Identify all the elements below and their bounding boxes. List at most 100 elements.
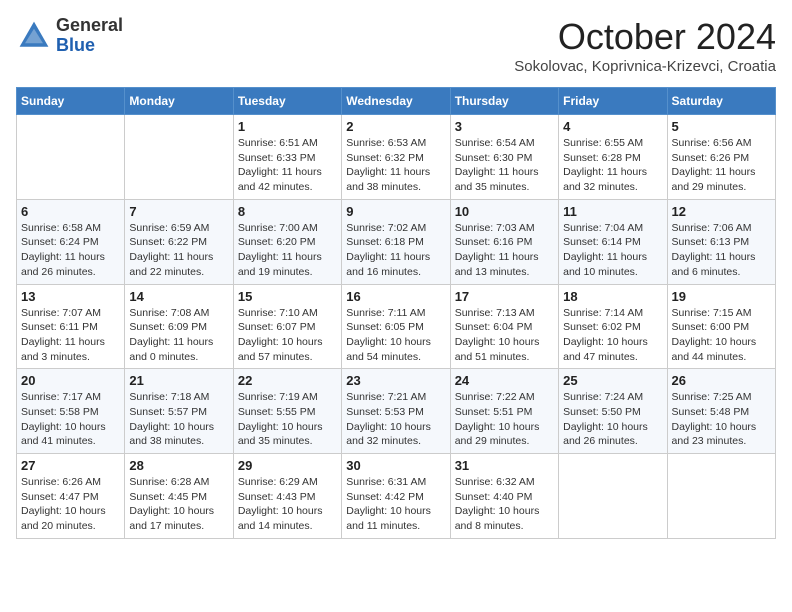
day-number: 2 xyxy=(346,119,445,134)
day-number: 29 xyxy=(238,458,337,473)
day-number: 15 xyxy=(238,289,337,304)
calendar-cell: 10 Sunrise: 7:03 AMSunset: 6:16 PMDayligh… xyxy=(450,199,558,284)
day-number: 14 xyxy=(129,289,228,304)
day-number: 9 xyxy=(346,204,445,219)
day-info: Sunrise: 7:25 AMSunset: 5:48 PMDaylight:… xyxy=(672,390,771,449)
day-number: 13 xyxy=(21,289,120,304)
day-number: 5 xyxy=(672,119,771,134)
calendar-cell: 8 Sunrise: 7:00 AMSunset: 6:20 PMDaylight… xyxy=(233,199,341,284)
day-info: Sunrise: 6:56 AMSunset: 6:26 PMDaylight:… xyxy=(672,136,771,195)
day-number: 4 xyxy=(563,119,662,134)
day-info: Sunrise: 7:07 AMSunset: 6:11 PMDaylight:… xyxy=(21,306,120,365)
day-number: 3 xyxy=(455,119,554,134)
day-info: Sunrise: 6:29 AMSunset: 4:43 PMDaylight:… xyxy=(238,475,337,534)
day-info: Sunrise: 7:04 AMSunset: 6:14 PMDaylight:… xyxy=(563,221,662,280)
calendar-week-row: 6 Sunrise: 6:58 AMSunset: 6:24 PMDaylight… xyxy=(17,199,776,284)
day-info: Sunrise: 6:32 AMSunset: 4:40 PMDaylight:… xyxy=(455,475,554,534)
day-number: 11 xyxy=(563,204,662,219)
day-info: Sunrise: 7:19 AMSunset: 5:55 PMDaylight:… xyxy=(238,390,337,449)
day-info: Sunrise: 7:03 AMSunset: 6:16 PMDaylight:… xyxy=(455,221,554,280)
day-number: 22 xyxy=(238,373,337,388)
calendar-cell: 29 Sunrise: 6:29 AMSunset: 4:43 PMDayligh… xyxy=(233,454,341,539)
day-info: Sunrise: 6:51 AMSunset: 6:33 PMDaylight:… xyxy=(238,136,337,195)
day-number: 20 xyxy=(21,373,120,388)
calendar-cell xyxy=(559,454,667,539)
month-title: October 2024 xyxy=(514,16,776,58)
day-number: 6 xyxy=(21,204,120,219)
day-number: 19 xyxy=(672,289,771,304)
calendar-cell: 17Sunrise: 7:13 AMSunset: 6:04 PMDayligh… xyxy=(450,284,558,369)
logo-icon xyxy=(16,18,52,54)
page-header: General Blue October 2024 Sokolovac, Kop… xyxy=(16,16,776,75)
day-info: Sunrise: 6:55 AMSunset: 6:28 PMDaylight:… xyxy=(563,136,662,195)
weekday-header: Saturday xyxy=(667,88,775,115)
calendar-cell: 23Sunrise: 7:21 AMSunset: 5:53 PMDayligh… xyxy=(342,369,450,454)
day-info: Sunrise: 7:00 AMSunset: 6:20 PMDaylight:… xyxy=(238,221,337,280)
day-info: Sunrise: 6:58 AMSunset: 6:24 PMDaylight:… xyxy=(21,221,120,280)
logo-general: General xyxy=(56,15,123,35)
calendar-cell: 12 Sunrise: 7:06 AMSunset: 6:13 PMDayligh… xyxy=(667,199,775,284)
day-number: 30 xyxy=(346,458,445,473)
calendar-week-row: 13 Sunrise: 7:07 AMSunset: 6:11 PMDayligh… xyxy=(17,284,776,369)
calendar-cell: 7 Sunrise: 6:59 AMSunset: 6:22 PMDaylight… xyxy=(125,199,233,284)
day-info: Sunrise: 6:53 AMSunset: 6:32 PMDaylight:… xyxy=(346,136,445,195)
day-number: 7 xyxy=(129,204,228,219)
calendar-cell: 15 Sunrise: 7:10 AMSunset: 6:07 PMDayligh… xyxy=(233,284,341,369)
weekday-header: Friday xyxy=(559,88,667,115)
calendar-cell: 27Sunrise: 6:26 AMSunset: 4:47 PMDayligh… xyxy=(17,454,125,539)
day-info: Sunrise: 6:31 AMSunset: 4:42 PMDaylight:… xyxy=(346,475,445,534)
calendar-cell: 5 Sunrise: 6:56 AMSunset: 6:26 PMDaylight… xyxy=(667,115,775,200)
calendar-cell: 22 Sunrise: 7:19 AMSunset: 5:55 PMDayligh… xyxy=(233,369,341,454)
weekday-header: Monday xyxy=(125,88,233,115)
day-info: Sunrise: 7:17 AMSunset: 5:58 PMDaylight:… xyxy=(21,390,120,449)
day-info: Sunrise: 6:28 AMSunset: 4:45 PMDaylight:… xyxy=(129,475,228,534)
day-info: Sunrise: 7:13 AMSunset: 6:04 PMDaylight:… xyxy=(455,306,554,365)
weekday-header: Sunday xyxy=(17,88,125,115)
day-info: Sunrise: 6:59 AMSunset: 6:22 PMDaylight:… xyxy=(129,221,228,280)
day-info: Sunrise: 7:11 AMSunset: 6:05 PMDaylight:… xyxy=(346,306,445,365)
day-number: 21 xyxy=(129,373,228,388)
calendar-cell: 3Sunrise: 6:54 AMSunset: 6:30 PMDaylight… xyxy=(450,115,558,200)
day-info: Sunrise: 7:06 AMSunset: 6:13 PMDaylight:… xyxy=(672,221,771,280)
weekday-header: Wednesday xyxy=(342,88,450,115)
day-info: Sunrise: 7:18 AMSunset: 5:57 PMDaylight:… xyxy=(129,390,228,449)
weekday-header: Thursday xyxy=(450,88,558,115)
calendar-cell: 21 Sunrise: 7:18 AMSunset: 5:57 PMDayligh… xyxy=(125,369,233,454)
calendar-cell: 14 Sunrise: 7:08 AMSunset: 6:09 PMDayligh… xyxy=(125,284,233,369)
day-info: Sunrise: 7:15 AMSunset: 6:00 PMDaylight:… xyxy=(672,306,771,365)
day-number: 23 xyxy=(346,373,445,388)
day-number: 31 xyxy=(455,458,554,473)
day-info: Sunrise: 7:10 AMSunset: 6:07 PMDaylight:… xyxy=(238,306,337,365)
day-info: Sunrise: 7:24 AMSunset: 5:50 PMDaylight:… xyxy=(563,390,662,449)
calendar-week-row: 27Sunrise: 6:26 AMSunset: 4:47 PMDayligh… xyxy=(17,454,776,539)
calendar-cell: 4 Sunrise: 6:55 AMSunset: 6:28 PMDaylight… xyxy=(559,115,667,200)
calendar-cell: 20 Sunrise: 7:17 AMSunset: 5:58 PMDayligh… xyxy=(17,369,125,454)
day-number: 26 xyxy=(672,373,771,388)
calendar-cell xyxy=(125,115,233,200)
day-info: Sunrise: 7:22 AMSunset: 5:51 PMDaylight:… xyxy=(455,390,554,449)
location-subtitle: Sokolovac, Koprivnica-Krizevci, Croatia xyxy=(514,58,776,75)
day-info: Sunrise: 7:02 AMSunset: 6:18 PMDaylight:… xyxy=(346,221,445,280)
calendar-cell: 6 Sunrise: 6:58 AMSunset: 6:24 PMDaylight… xyxy=(17,199,125,284)
day-number: 1 xyxy=(238,119,337,134)
logo-blue: Blue xyxy=(56,35,95,55)
calendar-cell: 28 Sunrise: 6:28 AMSunset: 4:45 PMDayligh… xyxy=(125,454,233,539)
calendar-cell: 9 Sunrise: 7:02 AMSunset: 6:18 PMDaylight… xyxy=(342,199,450,284)
logo-text: General Blue xyxy=(56,16,123,56)
day-number: 18 xyxy=(563,289,662,304)
calendar-cell xyxy=(667,454,775,539)
calendar-cell: 19 Sunrise: 7:15 AMSunset: 6:00 PMDayligh… xyxy=(667,284,775,369)
calendar-cell: 24Sunrise: 7:22 AMSunset: 5:51 PMDayligh… xyxy=(450,369,558,454)
day-number: 8 xyxy=(238,204,337,219)
day-number: 25 xyxy=(563,373,662,388)
day-number: 12 xyxy=(672,204,771,219)
calendar-cell: 31 Sunrise: 6:32 AMSunset: 4:40 PMDayligh… xyxy=(450,454,558,539)
title-block: October 2024 Sokolovac, Koprivnica-Krize… xyxy=(514,16,776,75)
calendar-week-row: 1 Sunrise: 6:51 AMSunset: 6:33 PMDaylight… xyxy=(17,115,776,200)
calendar-cell: 2 Sunrise: 6:53 AMSunset: 6:32 PMDaylight… xyxy=(342,115,450,200)
day-number: 28 xyxy=(129,458,228,473)
day-number: 10 xyxy=(455,204,554,219)
calendar-cell: 26 Sunrise: 7:25 AMSunset: 5:48 PMDayligh… xyxy=(667,369,775,454)
day-info: Sunrise: 7:08 AMSunset: 6:09 PMDaylight:… xyxy=(129,306,228,365)
logo: General Blue xyxy=(16,16,123,56)
